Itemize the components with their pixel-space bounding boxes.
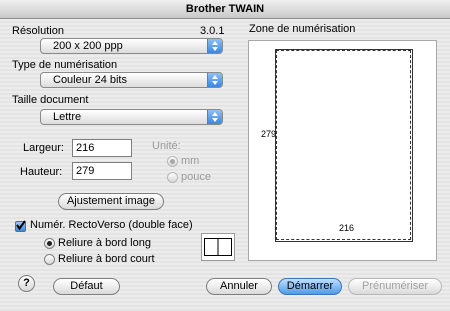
short-edge-radio[interactable] [44, 254, 55, 265]
long-edge-label: Reliure à bord long [58, 237, 151, 249]
resolution-value: 200 x 200 ppp [53, 40, 123, 52]
updown-arrows-icon [207, 39, 222, 53]
doc-size-label: Taille document [12, 94, 89, 106]
prescan-button[interactable]: Prénumériser [348, 278, 442, 295]
width-input[interactable]: 216 [72, 139, 132, 157]
short-edge-label: Reliure à bord court [58, 253, 155, 265]
scan-width-label: 216 [339, 223, 355, 233]
page-outline [275, 49, 413, 242]
scan-type-label: Type de numérisation [12, 59, 118, 71]
adjust-image-button[interactable]: Ajustement image [58, 193, 164, 210]
resolution-label: Résolution [12, 25, 64, 37]
height-input[interactable]: 279 [72, 162, 132, 180]
unit-label: Unité: [152, 140, 181, 152]
updown-arrows-icon [207, 73, 222, 87]
width-label: Largeur: [23, 142, 64, 154]
default-button[interactable]: Défaut [53, 278, 120, 295]
checkmark-icon [16, 220, 26, 231]
unit-inch-label: pouce [181, 171, 211, 183]
scan-type-select[interactable]: Couleur 24 bits [40, 72, 223, 88]
scan-height-label: 279 [261, 129, 277, 139]
duplex-checkbox[interactable] [15, 220, 26, 232]
start-button[interactable]: Démarrer [278, 278, 342, 295]
resolution-select[interactable]: 200 x 200 ppp [40, 38, 223, 54]
unit-mm-label: mm [181, 155, 200, 167]
long-edge-radio[interactable] [44, 238, 55, 249]
book-binding-icon [201, 233, 235, 261]
scan-type-value: Couleur 24 bits [53, 74, 127, 86]
doc-size-select[interactable]: Lettre [40, 109, 223, 125]
height-label: Hauteur: [20, 166, 63, 178]
version-label: 3.0.1 [200, 25, 225, 37]
duplex-label: Numér. RectoVerso (double face) [30, 219, 193, 231]
scan-area-title: Zone de numérisation [249, 23, 356, 35]
cancel-button[interactable]: Annuler [206, 278, 272, 295]
twain-window: Brother TWAIN Résolution 3.0.1 200 x 200… [0, 0, 450, 311]
unit-inch-radio[interactable] [167, 172, 178, 183]
question-mark-icon: ? [23, 277, 30, 289]
dialog-content: Résolution 3.0.1 200 x 200 ppp Type de n… [0, 19, 450, 311]
updown-arrows-icon [207, 110, 222, 124]
help-button[interactable]: ? [18, 275, 35, 292]
unit-mm-radio[interactable] [167, 156, 178, 167]
window-title: Brother TWAIN [0, 0, 450, 19]
doc-size-value: Lettre [53, 111, 82, 123]
